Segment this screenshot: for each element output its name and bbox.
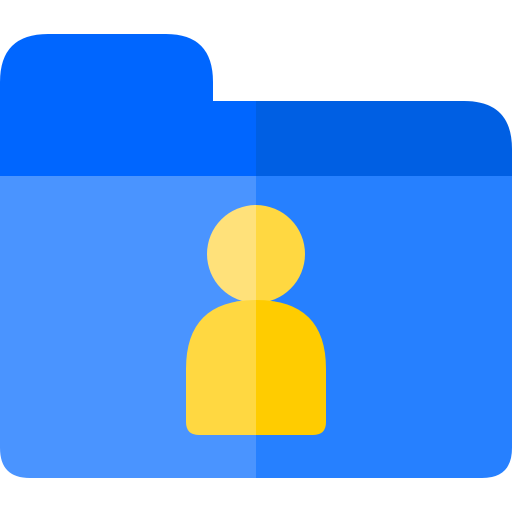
icon-canvas bbox=[0, 0, 512, 512]
folder-back bbox=[0, 34, 512, 176]
user-folder-icon bbox=[0, 34, 512, 478]
